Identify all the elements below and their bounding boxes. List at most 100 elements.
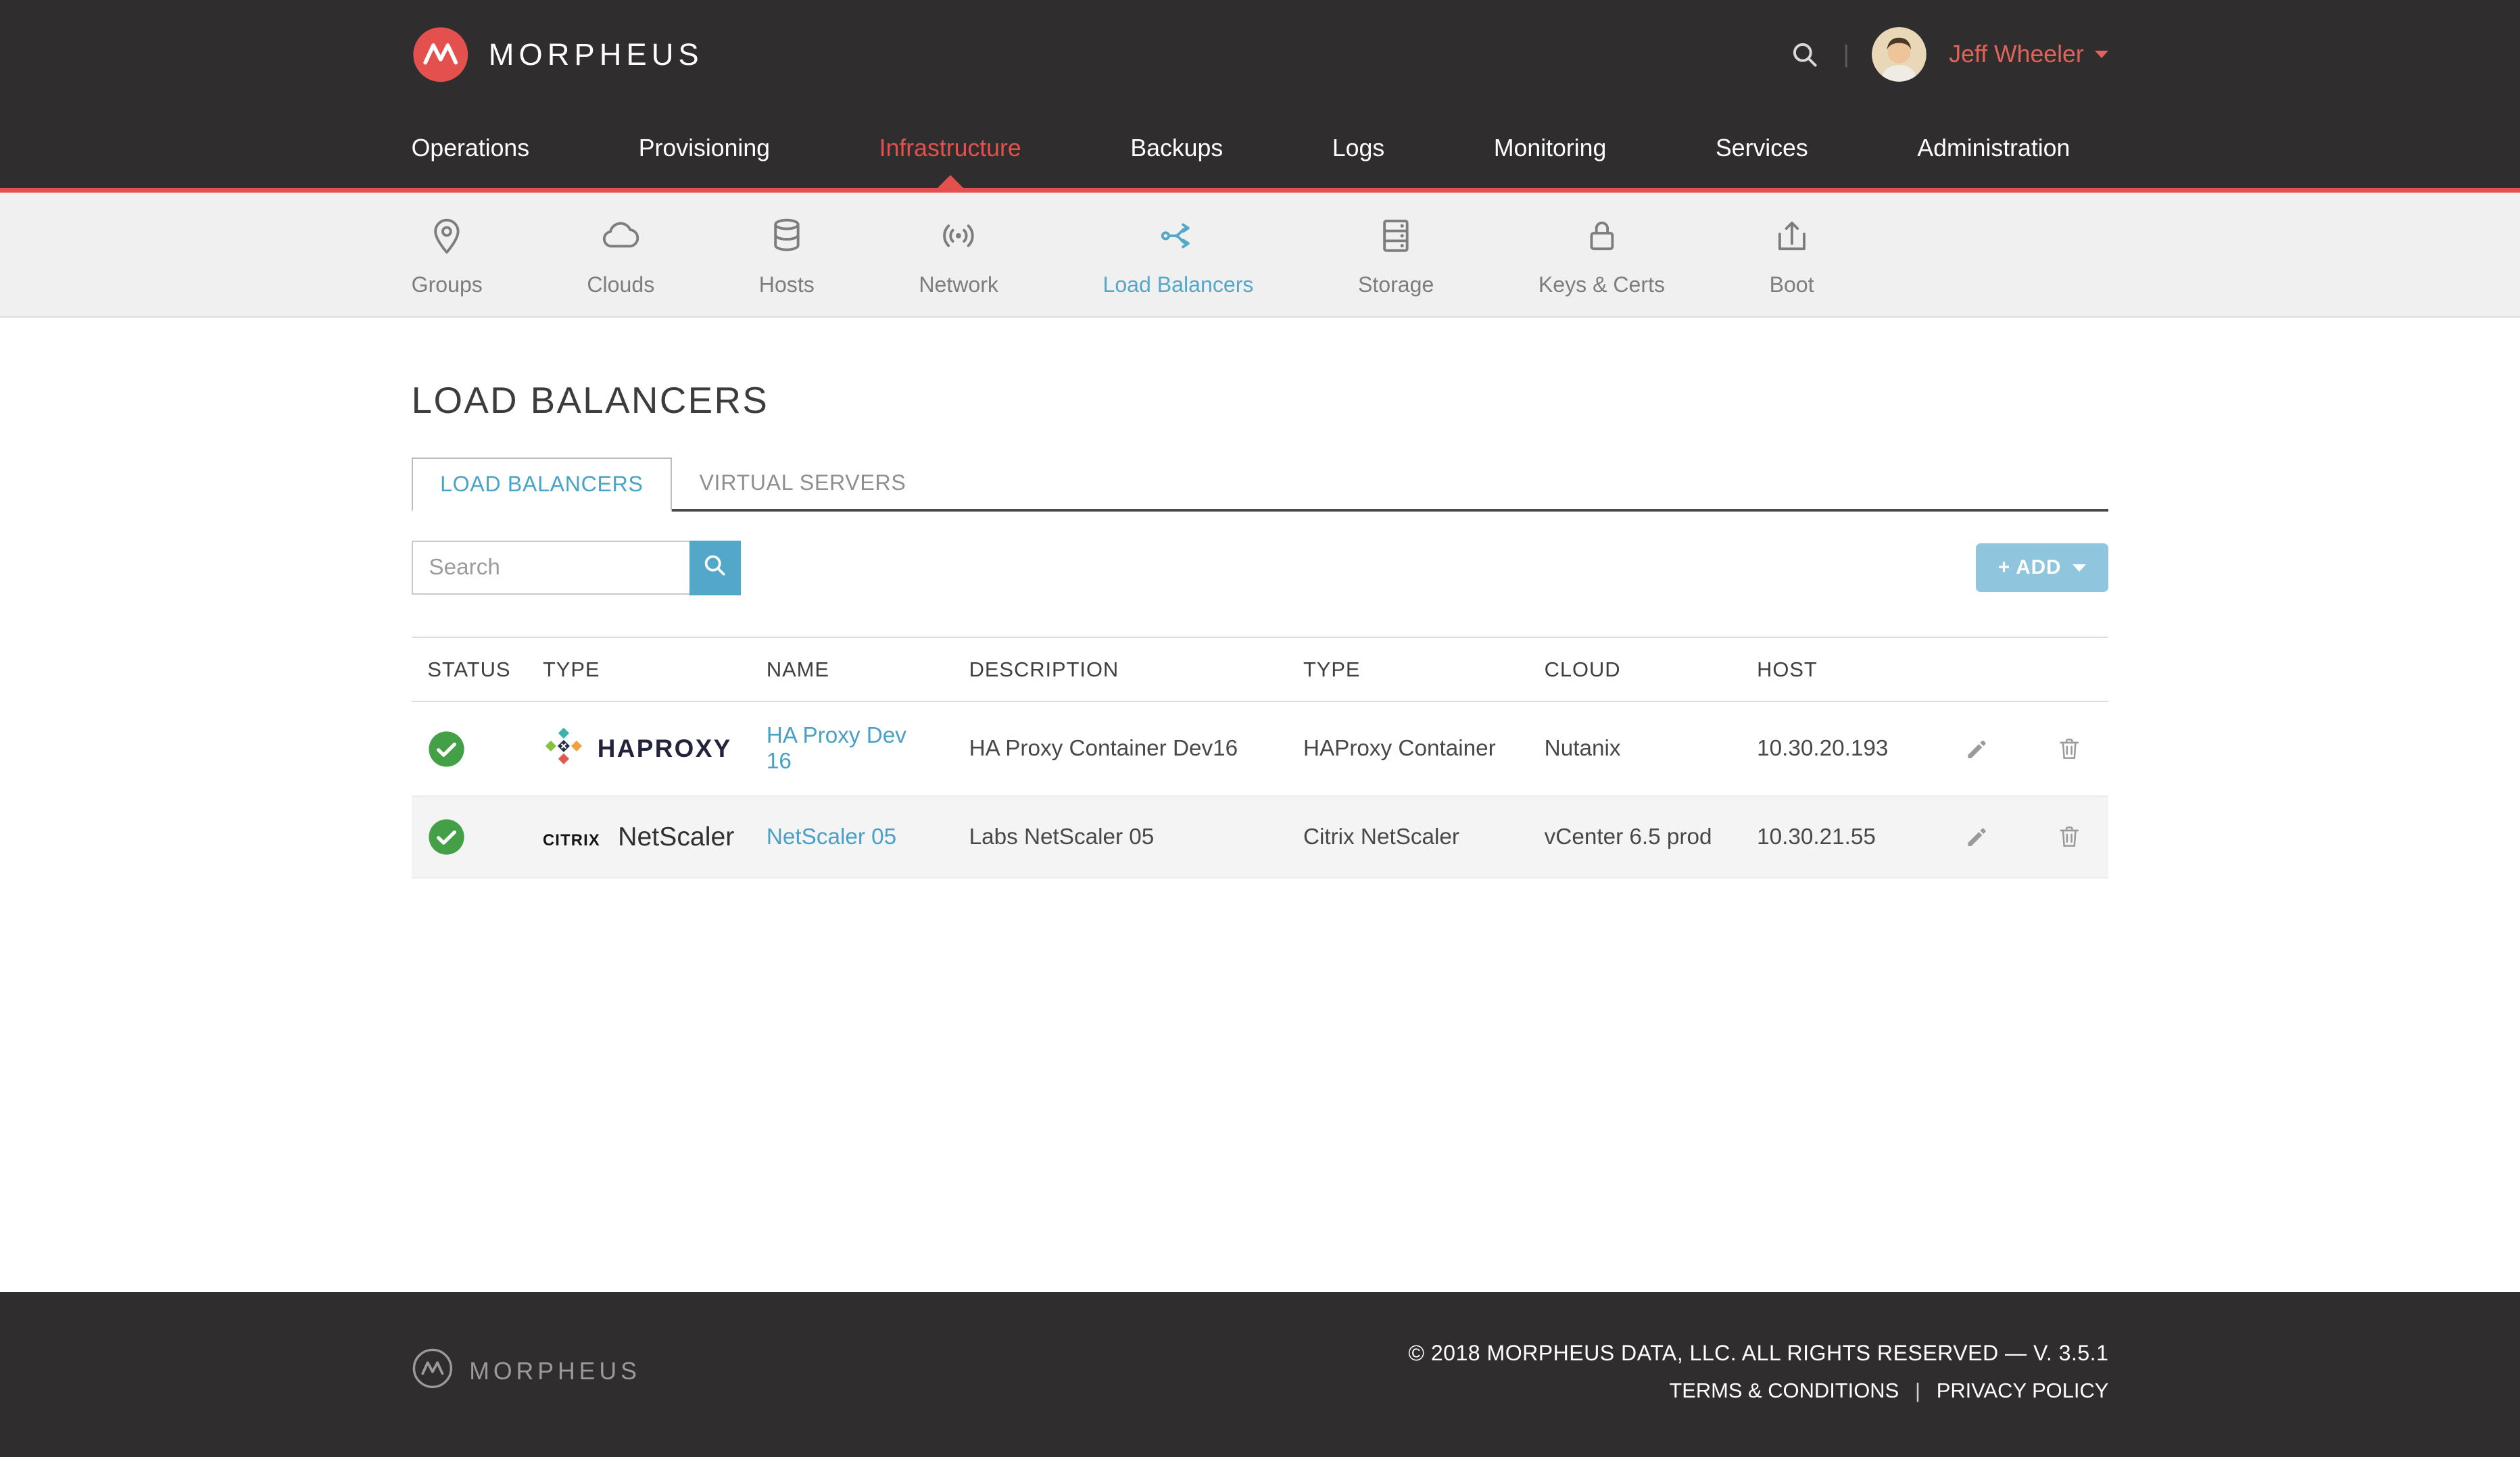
subnav-label: Storage [1358, 272, 1434, 297]
search-icon[interactable] [1789, 39, 1821, 71]
subnav-item-clouds[interactable]: Clouds [587, 215, 654, 297]
subnav-label: Keys & Certs [1538, 272, 1665, 297]
subnav-label: Clouds [587, 272, 654, 297]
nav-item-operations[interactable]: Operations [412, 109, 529, 189]
haproxy-logo-icon [543, 725, 585, 773]
footer-brand-name: MORPHEUS [469, 1358, 641, 1385]
header-divider: | [1843, 41, 1849, 68]
caret-down-icon [2095, 51, 2108, 58]
column-header-type-logo: TYPE [527, 637, 750, 701]
avatar[interactable] [1872, 27, 1927, 82]
nav-item-monitoring[interactable]: Monitoring [1494, 109, 1606, 189]
cell-description: Labs NetScaler 05 [953, 796, 1287, 878]
morpheus-brand[interactable]: MORPHEUS [412, 26, 704, 84]
nav-item-administration[interactable]: Administration [1917, 109, 2070, 189]
table-row: HAPROXY HA Proxy Dev 16 HA Proxy Contain… [412, 701, 2109, 796]
edit-button[interactable] [1964, 735, 1991, 762]
pencil-icon [1964, 735, 1991, 762]
top-header: MORPHEUS | [0, 0, 2520, 109]
tab-virtual-servers[interactable]: VIRTUAL SERVERS [672, 458, 934, 509]
subnav-label: Network [919, 272, 998, 297]
citrix-netscaler-logo: CITRIX NetScaler [543, 822, 734, 852]
groups-pin-icon [426, 215, 468, 262]
delete-button[interactable] [2056, 735, 2083, 762]
subnav-label: Hosts [759, 272, 815, 297]
column-header-type: TYPE [1287, 637, 1528, 701]
morpheus-logo-gray-icon [412, 1348, 454, 1396]
cell-host: 10.30.20.193 [1741, 701, 1947, 796]
hosts-database-icon [766, 215, 808, 262]
cell-cloud: Nutanix [1528, 701, 1741, 796]
subnav-item-hosts[interactable]: Hosts [759, 215, 815, 297]
infrastructure-subnav: Groups Clouds Hosts Network [0, 193, 2520, 318]
column-header-actions [1948, 637, 2109, 701]
morpheus-logo-icon [412, 26, 470, 84]
edit-button[interactable] [1964, 823, 1991, 850]
status-ok-icon [427, 818, 510, 856]
subnav-item-network[interactable]: Network [919, 215, 998, 297]
load-balancer-icon [1157, 215, 1199, 262]
brand-name: MORPHEUS [489, 37, 704, 72]
add-button[interactable]: + ADD [1976, 543, 2109, 592]
subnav-item-load-balancers[interactable]: Load Balancers [1103, 215, 1254, 297]
subnav-item-storage[interactable]: Storage [1358, 215, 1434, 297]
subnav-item-groups[interactable]: Groups [412, 215, 483, 297]
terms-link[interactable]: TERMS & CONDITIONS [1669, 1379, 1899, 1403]
cell-description: HA Proxy Container Dev16 [953, 701, 1287, 796]
haproxy-logo: HAPROXY [543, 725, 734, 773]
cloud-icon [600, 215, 641, 262]
network-signal-icon [938, 215, 979, 262]
column-header-name: NAME [750, 637, 953, 701]
caret-down-icon [2073, 564, 2086, 572]
search-button[interactable] [689, 541, 741, 595]
tab-load-balancers[interactable]: LOAD BALANCERS [412, 458, 672, 512]
lock-icon [1581, 215, 1623, 262]
cell-cloud: vCenter 6.5 prod [1528, 796, 1741, 878]
page-title: LOAD BALANCERS [412, 378, 2109, 422]
load-balancer-name-link[interactable]: NetScaler 05 [767, 824, 896, 849]
boot-icon [1771, 215, 1813, 262]
subnav-label: Groups [412, 272, 483, 297]
footer-brand: MORPHEUS [412, 1348, 641, 1396]
table-header-row: STATUS TYPE NAME DESCRIPTION TYPE CLOUD … [412, 637, 2109, 701]
toolbar: + ADD [412, 541, 2109, 595]
subnav-label: Load Balancers [1103, 272, 1254, 297]
nav-item-logs[interactable]: Logs [1332, 109, 1384, 189]
main-content: LOAD BALANCERS LOAD BALANCERS VIRTUAL SE… [0, 318, 2520, 1292]
footer-links-divider: | [1915, 1379, 1920, 1403]
add-button-label: + ADD [1998, 556, 2062, 579]
table-row: CITRIX NetScaler NetScaler 05 Labs NetSc… [412, 796, 2109, 878]
user-menu[interactable]: Jeff Wheeler [1949, 41, 2108, 68]
nav-item-backups[interactable]: Backups [1130, 109, 1223, 189]
footer: MORPHEUS © 2018 MORPHEUS DATA, LLC. ALL … [0, 1292, 2520, 1457]
subnav-item-boot[interactable]: Boot [1770, 215, 1814, 297]
search-group [412, 541, 741, 595]
search-icon [701, 551, 728, 584]
subnav-item-keys-certs[interactable]: Keys & Certs [1538, 215, 1665, 297]
column-header-cloud: CLOUD [1528, 637, 1741, 701]
cell-type: Citrix NetScaler [1287, 796, 1528, 878]
trash-icon [2056, 823, 2083, 850]
nav-item-services[interactable]: Services [1716, 109, 1808, 189]
haproxy-logo-text: HAPROXY [598, 735, 732, 763]
tabs: LOAD BALANCERS VIRTUAL SERVERS [412, 458, 2109, 512]
cell-host: 10.30.21.55 [1741, 796, 1947, 878]
trash-icon [2056, 735, 2083, 762]
column-header-status: STATUS [412, 637, 527, 701]
delete-button[interactable] [2056, 823, 2083, 850]
privacy-link[interactable]: PRIVACY POLICY [1937, 1379, 2109, 1403]
page: MORPHEUS | [0, 0, 2520, 1457]
load-balancer-name-link[interactable]: HA Proxy Dev 16 [767, 723, 906, 774]
netscaler-logo-text: NetScaler [618, 822, 734, 852]
nav-item-provisioning[interactable]: Provisioning [639, 109, 770, 189]
copyright-text: © 2018 MORPHEUS DATA, LLC. ALL RIGHTS RE… [1408, 1341, 2108, 1366]
search-input[interactable] [412, 541, 689, 595]
column-header-description: DESCRIPTION [953, 637, 1287, 701]
load-balancers-table: STATUS TYPE NAME DESCRIPTION TYPE CLOUD … [412, 637, 2109, 879]
status-ok-icon [427, 730, 510, 768]
storage-icon [1375, 215, 1417, 262]
nav-item-infrastructure[interactable]: Infrastructure [879, 109, 1021, 189]
main-nav: Operations Provisioning Infrastructure B… [0, 109, 2520, 193]
citrix-logo-text: CITRIX [543, 831, 600, 850]
pencil-icon [1964, 823, 1991, 850]
